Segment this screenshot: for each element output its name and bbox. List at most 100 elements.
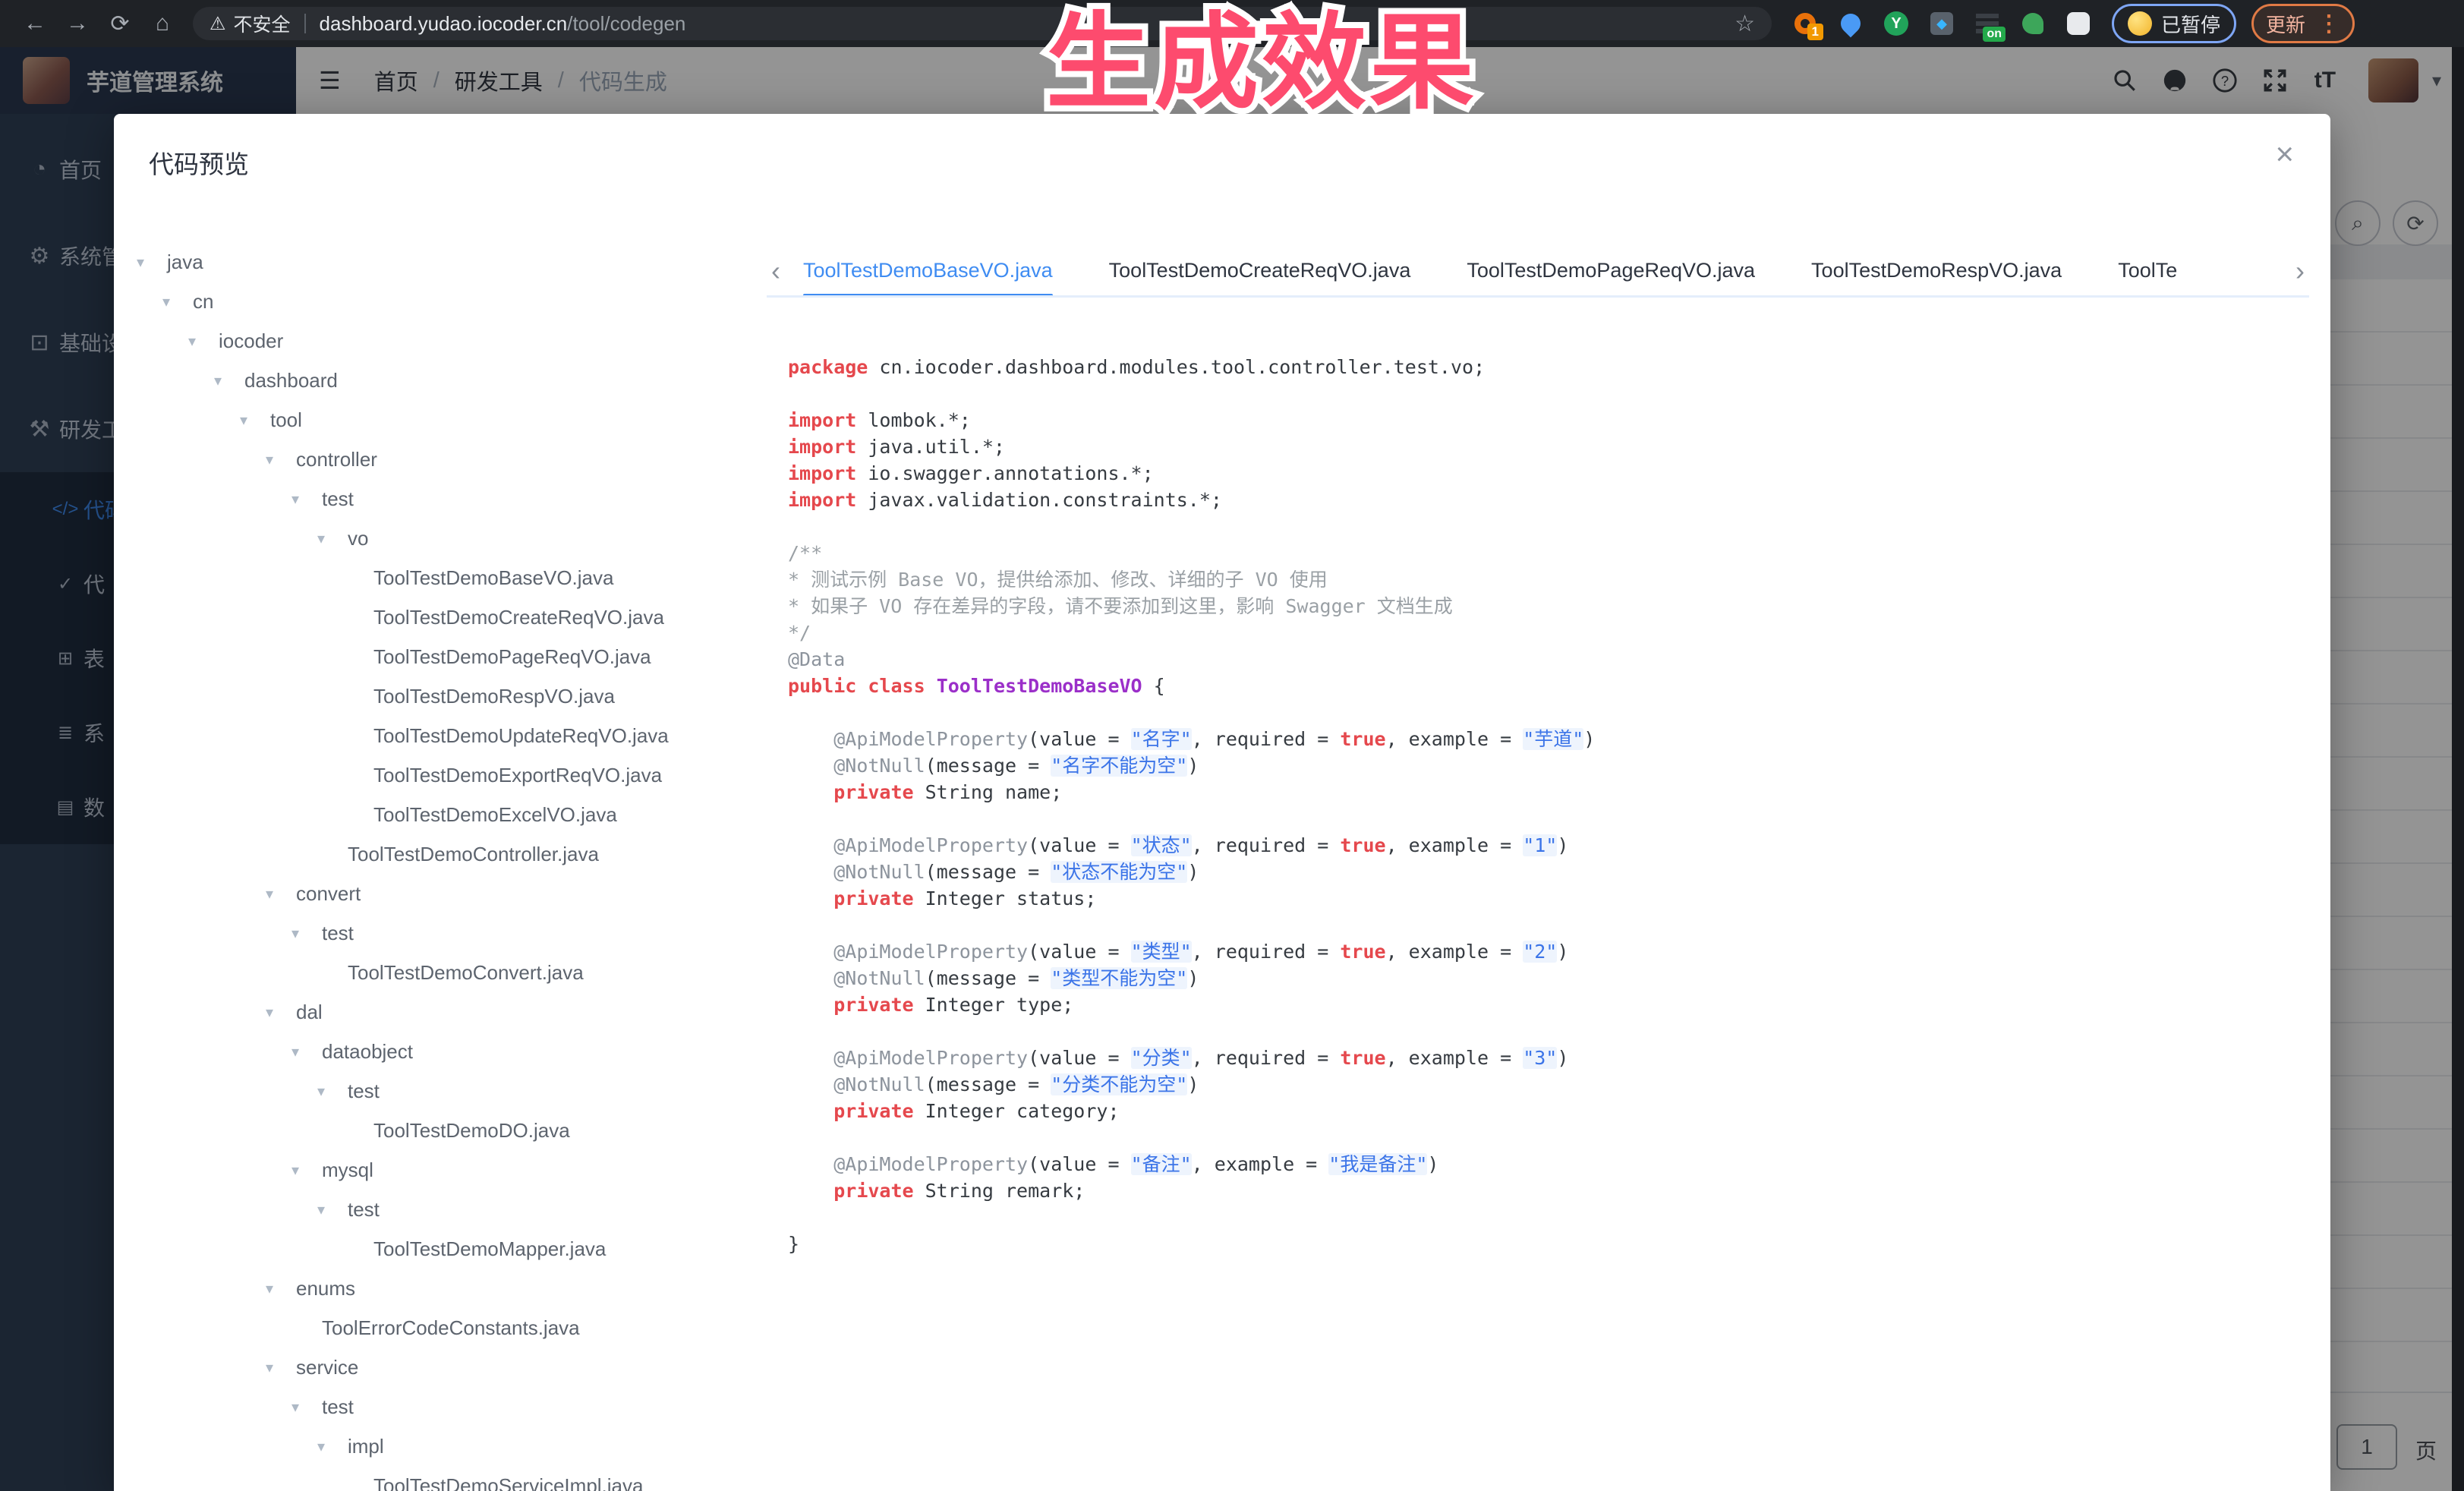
tree-node-label: java — [167, 251, 203, 274]
browser-update-button[interactable]: 更新 ⋮ — [2251, 4, 2355, 43]
tree-folder[interactable]: ▾dal — [114, 992, 767, 1032]
tree-folder[interactable]: ▾convert — [114, 874, 767, 913]
code-line: @NotNull(message = "分类不能为空") — [788, 1071, 2309, 1098]
tree-caret-icon: ▾ — [188, 332, 219, 351]
file-tab[interactable]: ToolTestDemoBaseVO.java — [803, 259, 1053, 282]
tree-node-label: ToolTestDemoBaseVO.java — [373, 566, 613, 590]
address-divider — [304, 14, 306, 33]
annotation-text: 生成效果 生成效果 — [1046, 6, 1477, 121]
tree-file[interactable]: ToolTestDemoController.java — [114, 834, 767, 874]
tree-caret-icon: ▾ — [266, 1279, 296, 1298]
tree-folder[interactable]: ▾mysql — [114, 1150, 767, 1190]
tree-folder[interactable]: ▾test — [114, 479, 767, 519]
tree-folder[interactable]: ▾cn — [114, 282, 767, 321]
code-line — [788, 805, 2309, 832]
tree-node-label: cn — [193, 290, 213, 314]
extension-pin-icon[interactable] — [1837, 10, 1864, 37]
tree-caret-icon: ▾ — [317, 529, 348, 548]
tree-file[interactable]: ToolTestDemoRespVO.java — [114, 676, 767, 716]
extension-icons: 1 Y ◆ on — [1791, 10, 2092, 37]
tree-folder[interactable]: ▾test — [114, 1190, 767, 1229]
extension-on-icon[interactable]: on — [1974, 10, 2001, 37]
tree-file[interactable]: ToolTestDemoMapper.java — [114, 1229, 767, 1269]
tree-file[interactable]: ToolTestDemoDO.java — [114, 1111, 767, 1150]
tree-caret-icon: ▾ — [162, 292, 193, 311]
extension-on-badge: on — [1983, 27, 2006, 42]
code-panel: ‹ ToolTestDemoBaseVO.java ToolTestDemoCre… — [767, 246, 2309, 1491]
tree-file[interactable]: ToolTestDemoExportReqVO.java — [114, 755, 767, 795]
code-line: @NotNull(message = "类型不能为空") — [788, 965, 2309, 991]
code-preview-dialog: 代码预览 × ▾java▾cn▾iocoder▾dashboard▾tool▾c… — [114, 114, 2330, 1491]
code-line: import io.swagger.annotations.*; — [788, 460, 2309, 487]
code-line: } — [788, 1231, 2309, 1257]
tree-caret-icon: ▾ — [317, 1200, 348, 1219]
home-icon[interactable]: ⌂ — [141, 11, 184, 36]
code-line: /** — [788, 540, 2309, 566]
tree-file[interactable]: ToolTestDemoUpdateReqVO.java — [114, 716, 767, 755]
code-line: import java.util.*; — [788, 433, 2309, 460]
tree-folder[interactable]: ▾tool — [114, 400, 767, 440]
code-line: public class ToolTestDemoBaseVO { — [788, 673, 2309, 699]
tree-file[interactable]: ToolTestDemoServiceImpl.java — [114, 1466, 767, 1491]
tree-node-label: ToolTestDemoDO.java — [373, 1119, 570, 1143]
tree-folder[interactable]: ▾service — [114, 1348, 767, 1387]
update-label: 更新 — [2266, 10, 2305, 38]
tree-folder[interactable]: ▾impl — [114, 1426, 767, 1466]
browser-menu-dots-icon[interactable]: ⋮ — [2317, 11, 2340, 37]
tabs-scroll-left-icon[interactable]: ‹ — [771, 255, 780, 287]
tree-file[interactable]: ToolTestDemoPageReqVO.java — [114, 637, 767, 676]
extensions-puzzle-icon[interactable] — [2065, 10, 2092, 37]
tree-node-label: dashboard — [244, 369, 338, 392]
file-tab[interactable]: ToolTestDemoCreateReqVO.java — [1109, 259, 1411, 282]
tabs-scroll-right-icon[interactable]: › — [2295, 255, 2305, 287]
url-path[interactable]: /tool/codegen — [567, 12, 685, 36]
address-bar[interactable]: ⚠ 不安全 dashboard.yudao.iocoder.cn /tool/c… — [193, 7, 1772, 40]
extension-diamond-icon[interactable]: ◆ — [1928, 10, 1955, 37]
file-tab[interactable]: ToolTestDemoRespVO.java — [1811, 259, 2062, 282]
code-line: private Integer category; — [788, 1098, 2309, 1124]
tree-folder[interactable]: ▾test — [114, 1071, 767, 1111]
back-icon[interactable]: ← — [14, 11, 56, 36]
not-secure-label[interactable]: 不安全 — [234, 10, 291, 37]
code-line: private Integer type; — [788, 991, 2309, 1018]
close-icon[interactable]: × — [2275, 138, 2294, 170]
tree-folder[interactable]: ▾java — [114, 242, 767, 282]
tree-folder[interactable]: ▾dataobject — [114, 1032, 767, 1071]
profile-paused-label: 已暂停 — [2161, 10, 2220, 38]
code-line: * 测试示例 Base VO，提供给添加、修改、详细的子 VO 使用 — [788, 566, 2309, 593]
tree-file[interactable]: ToolTestDemoExcelVO.java — [114, 795, 767, 834]
bookmark-star-icon[interactable]: ☆ — [1735, 11, 1755, 37]
tree-folder[interactable]: ▾enums — [114, 1269, 767, 1308]
tree-node-label: vo — [348, 527, 368, 550]
code-line — [788, 1204, 2309, 1231]
tree-node-label: test — [322, 487, 354, 511]
tree-file[interactable]: ToolTestDemoBaseVO.java — [114, 558, 767, 597]
url-host[interactable]: dashboard.yudao.iocoder.cn — [320, 12, 568, 36]
file-tab[interactable]: ToolTe — [2118, 259, 2177, 282]
tree-folder[interactable]: ▾controller — [114, 440, 767, 479]
tree-file[interactable]: ToolTestDemoConvert.java — [114, 953, 767, 992]
tree-folder[interactable]: ▾dashboard — [114, 361, 767, 400]
file-tab[interactable]: ToolTestDemoPageReqVO.java — [1467, 259, 1755, 282]
extension-orange-icon[interactable]: 1 — [1791, 10, 1819, 37]
tree-file[interactable]: ToolErrorCodeConstants.java — [114, 1308, 767, 1348]
tree-file[interactable]: ToolTestDemoCreateReqVO.java — [114, 597, 767, 637]
tree-folder[interactable]: ▾test — [114, 1387, 767, 1426]
file-tabs-bar: ‹ ToolTestDemoBaseVO.java ToolTestDemoCre… — [767, 246, 2309, 298]
tree-folder[interactable]: ▾iocoder — [114, 321, 767, 361]
extension-green-y-icon[interactable]: Y — [1883, 10, 1910, 37]
tree-folder[interactable]: ▾test — [114, 913, 767, 953]
extension-plant-icon[interactable] — [2019, 10, 2047, 37]
profile-paused-chip[interactable]: 已暂停 — [2112, 4, 2236, 43]
reload-icon[interactable]: ⟳ — [99, 11, 141, 37]
window-scrollbar[interactable] — [2452, 47, 2464, 1491]
code-line: package cn.iocoder.dashboard.modules.too… — [788, 354, 2309, 380]
tree-folder[interactable]: ▾vo — [114, 519, 767, 558]
code-line: import javax.validation.constraints.*; — [788, 487, 2309, 513]
forward-icon[interactable]: → — [56, 11, 99, 36]
code-line: @ApiModelProperty(value = "类型", required… — [788, 938, 2309, 965]
code-line — [788, 1124, 2309, 1151]
dialog-title: 代码预览 — [149, 144, 249, 181]
code-line: @ApiModelProperty(value = "状态", required… — [788, 832, 2309, 859]
code-line: @NotNull(message = "名字不能为空") — [788, 752, 2309, 779]
